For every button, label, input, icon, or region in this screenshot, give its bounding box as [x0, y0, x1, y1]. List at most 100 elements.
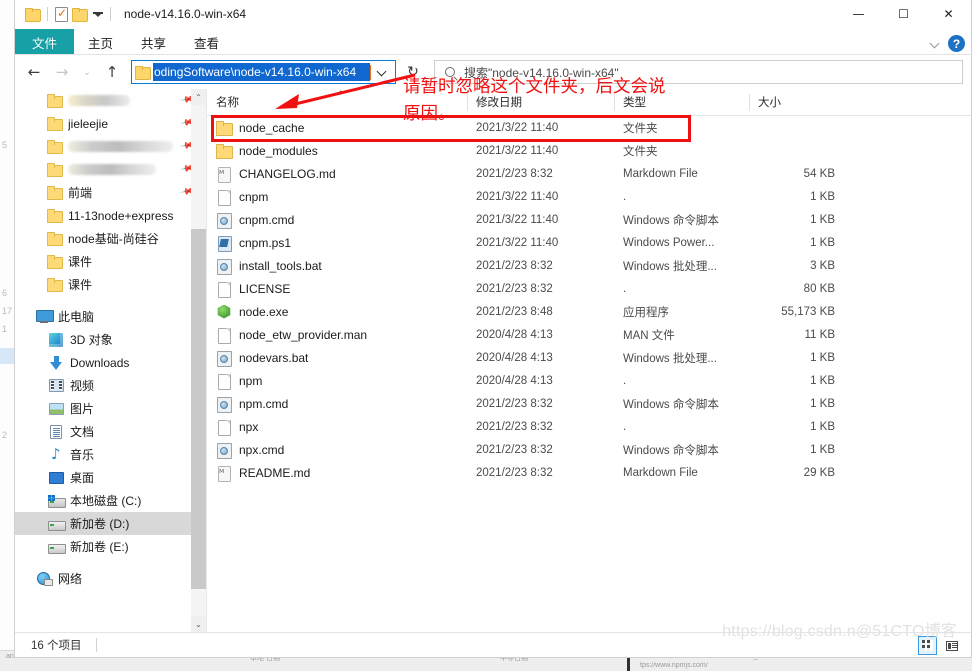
table-row[interactable]: node_cache 2021/3/22 11:40 文件夹	[207, 116, 971, 139]
table-row[interactable]: node.exe 2021/2/23 8:48 应用程序 55,173 KB	[207, 300, 971, 323]
sidebar-item-label: node基础-尚硅谷	[68, 232, 159, 246]
sidebar-item-课件[interactable]: 课件	[15, 250, 206, 273]
background-bottom-text: tps://www.npmjs.com/	[640, 662, 708, 669]
table-row[interactable]: install_tools.bat 2021/2/23 8:32 Windows 批…	[207, 254, 971, 277]
sidebar-item-前端[interactable]: 前端 📌	[15, 181, 206, 204]
close-button[interactable]: ✕	[926, 0, 971, 28]
sidebar-item-图片[interactable]: 图片	[15, 397, 206, 420]
markdown-file-icon	[216, 166, 232, 183]
item-count-label: 16 个项目	[31, 640, 82, 652]
table-row[interactable]: LICENSE 2021/2/23 8:32. 80 KB	[207, 277, 971, 300]
table-row[interactable]: nodevars.bat 2020/4/28 4:13 Windows 批处理...…	[207, 346, 971, 369]
sidebar-item-label: 此电脑	[58, 310, 95, 324]
sidebar-item-11-13node-express[interactable]: 11-13node+express	[15, 204, 206, 227]
sidebar-item-3d-对象[interactable]: 3D 对象	[15, 328, 206, 351]
sidebar-item-jieleejie[interactable]: jieleejie 📌	[15, 112, 206, 135]
properties-icon[interactable]	[55, 6, 68, 22]
sidebar-item-课件[interactable]: 课件	[15, 273, 206, 296]
minimize-button[interactable]: —	[836, 0, 881, 28]
customize-caret-icon[interactable]	[93, 11, 103, 17]
address-bar[interactable]: odingSoftware\node-v14.16.0-win-x64	[131, 60, 396, 84]
status-divider	[95, 638, 97, 652]
sidebar-item-文档[interactable]: 文档	[15, 420, 206, 443]
table-row[interactable]: README.md 2021/2/23 8:32 Markdown File 29 K…	[207, 461, 971, 484]
tab-view[interactable]: 查看	[180, 29, 233, 55]
folder-icon	[45, 230, 63, 248]
back-button[interactable]: ←	[21, 59, 47, 85]
sidebar-item-桌面[interactable]: 桌面	[15, 466, 206, 489]
table-row[interactable]: node_etw_provider.man 2020/4/28 4:13 MAN 文…	[207, 323, 971, 346]
sidebar-item-label: 3D 对象	[70, 333, 113, 347]
toolbar-divider	[47, 7, 48, 21]
address-input[interactable]: odingSoftware\node-v14.16.0-win-x64	[153, 63, 370, 81]
folder-icon	[216, 143, 233, 159]
file-type-cell: Windows 批处理...	[623, 260, 717, 273]
table-row[interactable]: npm 2020/4/28 4:13. 1 KB	[207, 369, 971, 392]
this-pc-icon	[35, 308, 54, 326]
file-name-cell: node.exe	[207, 300, 467, 323]
up-button[interactable]: ↑	[99, 59, 125, 85]
scroll-up-arrow-icon[interactable]: ⌃	[191, 89, 206, 105]
sidebar-item-label: 文档	[70, 425, 95, 439]
search-input[interactable]: 搜索"node-v14.16.0-win-x64"	[464, 64, 619, 81]
sidebar-item-redacted-3[interactable]: 📌	[15, 158, 206, 181]
column-header-name[interactable]: 名称 ⌃	[207, 89, 467, 116]
folder-icon[interactable]	[25, 7, 41, 22]
help-icon[interactable]: ?	[948, 35, 965, 52]
table-row[interactable]: node_modules 2021/3/22 11:40 文件夹	[207, 139, 971, 162]
table-row[interactable]: cnpm.ps1 2021/3/22 11:40 Windows Power... 1…	[207, 231, 971, 254]
table-row[interactable]: CHANGELOG.md 2021/2/23 8:32 Markdown File 5…	[207, 162, 971, 185]
sidebar-item-此电脑[interactable]: 此电脑	[15, 305, 206, 328]
sidebar-item-本地磁盘--c:-[interactable]: 本地磁盘 (C:)	[15, 489, 206, 512]
refresh-button[interactable]: ↻	[400, 60, 426, 84]
file-size-cell: 1 KB	[810, 420, 835, 433]
ribbon-right-controls: ?	[930, 35, 965, 52]
sidebar-item-redacted-2[interactable]: 📌	[15, 135, 206, 158]
sidebar-item-音乐[interactable]: 音乐	[15, 443, 206, 466]
tab-home[interactable]: 主页	[74, 29, 127, 55]
forward-button[interactable]: →	[49, 59, 75, 85]
scrollbar-thumb[interactable]	[191, 229, 206, 589]
file-name-label: npm	[239, 373, 263, 388]
maximize-button[interactable]: ☐	[881, 0, 926, 28]
column-header-size[interactable]: 大小	[749, 89, 839, 116]
sidebar-item-label: 课件	[68, 278, 93, 292]
search-box[interactable]: 搜索"node-v14.16.0-win-x64"	[434, 60, 963, 84]
tab-share[interactable]: 共享	[127, 29, 180, 55]
redacted-label	[68, 95, 130, 106]
recent-locations-button[interactable]: ⌄	[77, 59, 97, 85]
videos-icon	[47, 377, 65, 395]
sidebar-item-node基础-尚硅谷[interactable]: node基础-尚硅谷	[15, 227, 206, 250]
file-name-cell: install_tools.bat	[207, 254, 467, 277]
sidebar-item-新加卷--e:-[interactable]: 新加卷 (E:)	[15, 535, 206, 558]
folder-icon	[135, 65, 151, 80]
column-header-type[interactable]: 类型	[614, 89, 749, 116]
table-row[interactable]: npm.cmd 2021/2/23 8:32 Windows 命令脚本 1 KB	[207, 392, 971, 415]
chevron-down-icon[interactable]	[930, 39, 940, 49]
folder-icon	[45, 184, 63, 202]
tab-file[interactable]: 文件	[15, 29, 75, 55]
sidebar-item-redacted-0[interactable]: 📌	[15, 89, 206, 112]
table-row[interactable]: cnpm 2021/3/22 11:40. 1 KB	[207, 185, 971, 208]
file-name-cell: node_cache	[207, 116, 467, 139]
table-row[interactable]: cnpm.cmd 2021/3/22 11:40 Windows 命令脚本 1 KB	[207, 208, 971, 231]
file-date-cell: 2020/4/28 4:13	[476, 351, 553, 364]
column-header-date[interactable]: 修改日期	[467, 89, 614, 116]
new-folder-icon[interactable]	[72, 7, 88, 22]
sidebar-item-视频[interactable]: 视频	[15, 374, 206, 397]
table-row[interactable]: npx.cmd 2021/2/23 8:32 Windows 命令脚本 1 KB	[207, 438, 971, 461]
sidebar-item-label: 前端	[68, 186, 93, 200]
scroll-down-arrow-icon[interactable]: ⌄	[191, 616, 206, 632]
large-icons-view-button[interactable]	[918, 636, 937, 655]
sidebar-item-网络[interactable]: 网络	[15, 567, 206, 590]
sidebar-item-downloads[interactable]: Downloads	[15, 351, 206, 374]
address-dropdown-button[interactable]	[371, 61, 393, 83]
navigation-bar: ← → ⌄ ↑ odingSoftware\node-v14.16.0-win-…	[15, 55, 971, 89]
table-row[interactable]: npx 2021/2/23 8:32. 1 KB	[207, 415, 971, 438]
file-type-cell: Windows 批处理...	[623, 352, 717, 365]
details-view-button[interactable]	[942, 636, 961, 655]
sidebar-item-label: 新加卷 (D:)	[70, 517, 130, 531]
sidebar-scrollbar[interactable]: ⌃ ⌄	[191, 89, 206, 632]
file-name-label: install_tools.bat	[239, 258, 322, 273]
sidebar-item-新加卷--d:-[interactable]: 新加卷 (D:)	[15, 512, 206, 535]
